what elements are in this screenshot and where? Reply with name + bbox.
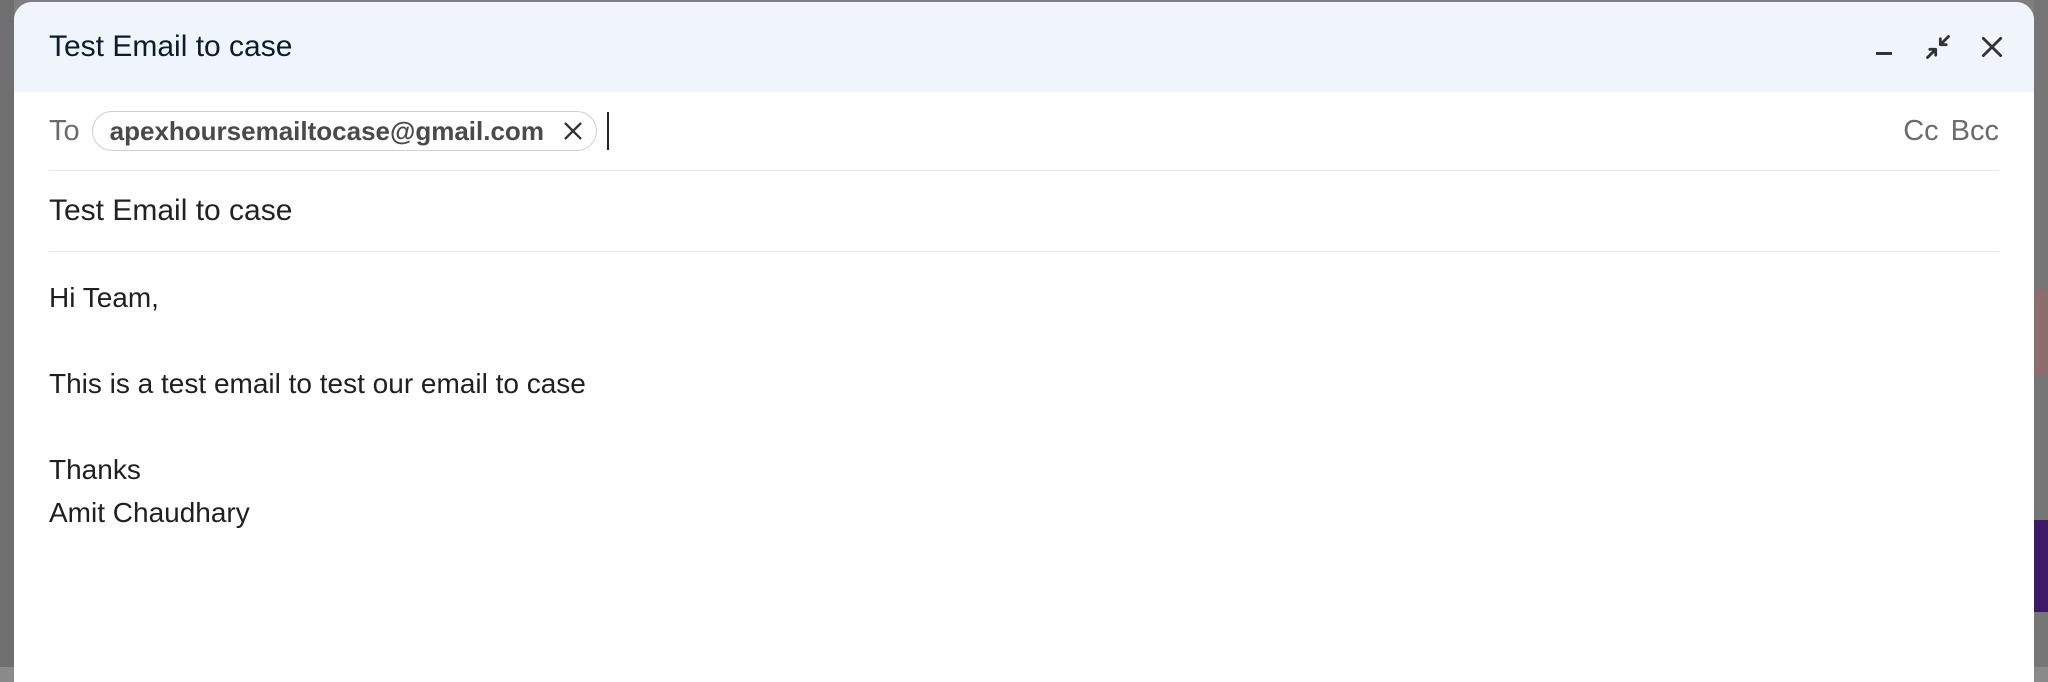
recipient-email: apexhoursemailtocase@gmail.com <box>110 116 544 147</box>
minimize-button[interactable] <box>1864 27 1904 67</box>
minimize-icon <box>1872 35 1896 59</box>
body-line: Thanks <box>49 448 1999 491</box>
exit-fullscreen-button[interactable] <box>1918 27 1958 67</box>
subject-field[interactable]: Test Email to case <box>49 194 292 228</box>
bcc-link[interactable]: Bcc <box>1951 115 1999 148</box>
body-line <box>49 405 1999 448</box>
compose-window: Test Email to case To apexho <box>14 2 2034 682</box>
recipients-row: To apexhoursemailtocase@gmail.com Cc Bcc <box>49 92 1999 171</box>
recipient-chip[interactable]: apexhoursemailtocase@gmail.com <box>92 111 597 151</box>
window-controls <box>1864 27 2012 67</box>
background-left-strip <box>0 0 14 667</box>
background-accent <box>2034 290 2048 376</box>
body-line: This is a test email to test our email t… <box>49 362 1999 405</box>
cc-link[interactable]: Cc <box>1903 115 1938 148</box>
body-line: Hi Team, <box>49 276 1999 319</box>
compose-title: Test Email to case <box>49 30 292 64</box>
exit-fullscreen-icon <box>1924 33 1952 61</box>
remove-recipient-button[interactable] <box>556 114 590 148</box>
cc-bcc-links: Cc Bcc <box>1903 115 1999 148</box>
background-accent <box>2034 520 2048 612</box>
compose-header: Test Email to case <box>14 2 2034 92</box>
to-input[interactable] <box>609 110 1903 152</box>
close-icon <box>1979 34 2005 60</box>
subject-row[interactable]: Test Email to case <box>49 171 1999 252</box>
close-button[interactable] <box>1972 27 2012 67</box>
to-label: To <box>49 115 80 148</box>
close-icon <box>562 120 584 142</box>
body-line: Amit Chaudhary <box>49 491 1999 534</box>
body-line <box>49 319 1999 362</box>
message-body[interactable]: Hi Team, This is a test email to test ou… <box>14 252 2034 534</box>
